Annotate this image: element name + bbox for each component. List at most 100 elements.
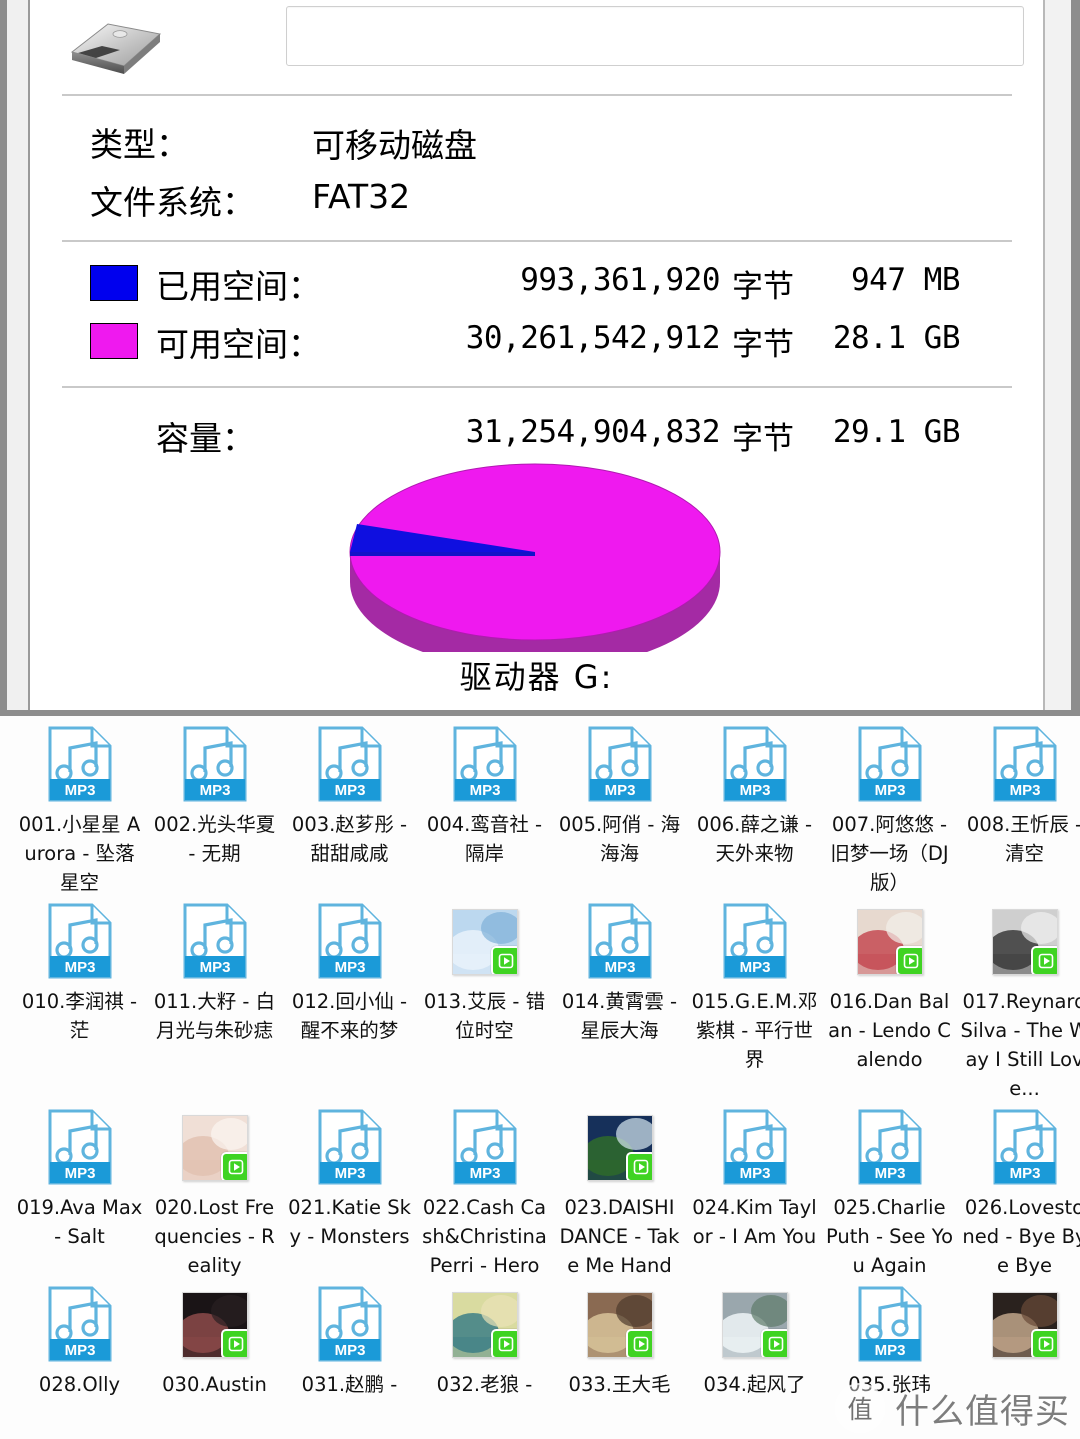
file-name-label: 025.Charlie Puth - See You Again	[825, 1196, 954, 1277]
play-badge-icon	[490, 946, 517, 974]
file-item[interactable]: 034.起风了	[687, 1280, 822, 1399]
mp3-file-icon[interactable]: MP3	[316, 903, 384, 981]
file-item[interactable]: MP3 014.黄霄雲 - 星辰大海	[552, 897, 687, 1103]
mp3-file-icon[interactable]: MP3	[586, 903, 654, 981]
file-item[interactable]: MP3 011.大籽 - 白月光与朱砂痣	[147, 897, 282, 1103]
media-thumbnail[interactable]	[451, 903, 519, 981]
mp3-file-icon: MP3	[993, 726, 1056, 802]
mp3-file-icon[interactable]: MP3	[316, 1286, 384, 1364]
media-thumbnail[interactable]	[586, 1286, 654, 1364]
mp3-file-icon[interactable]: MP3	[181, 903, 249, 981]
used-space-swatch	[90, 265, 138, 301]
file-explorer-grid[interactable]: MP3 001.小星星 Aurora - 坠落星空 MP3 002.光头华夏 - 无期…	[0, 716, 1080, 1439]
file-item[interactable]: MP3 015.G.E.M.邓紫棋 - 平行世界	[687, 897, 822, 1103]
media-thumbnail[interactable]	[586, 1109, 654, 1187]
file-item[interactable]: MP3 019.Ava Max - Salt	[12, 1103, 147, 1280]
mp3-file-icon[interactable]: MP3	[451, 726, 519, 804]
file-item[interactable]: MP3 012.回小仙 - 醒不来的梦	[282, 897, 417, 1103]
media-thumbnail[interactable]	[181, 1286, 249, 1364]
mp3-file-icon[interactable]: MP3	[721, 903, 789, 981]
mp3-file-icon[interactable]: MP3	[721, 1109, 789, 1187]
file-item[interactable]: 020.Lost Frequencies - Reality	[147, 1103, 282, 1280]
mp3-file-icon[interactable]: MP3	[181, 726, 249, 804]
media-thumbnail	[451, 1292, 518, 1358]
file-item[interactable]: MP3 010.李润祺 - 茫	[12, 897, 147, 1103]
file-item[interactable]: MP3 021.Katie Sky - Monsters	[282, 1103, 417, 1280]
dialog-header	[30, 0, 1043, 96]
mp3-file-icon[interactable]: MP3	[721, 726, 789, 804]
svg-text:MP3: MP3	[874, 1165, 905, 1182]
svg-text:MP3: MP3	[469, 1165, 500, 1182]
drive-label-input[interactable]	[286, 6, 1024, 66]
mp3-file-icon[interactable]: MP3	[991, 1109, 1059, 1187]
mp3-file-icon[interactable]: MP3	[46, 1109, 114, 1187]
file-item[interactable]: MP3 024.Kim Taylor - I Am You	[687, 1103, 822, 1280]
mp3-file-icon[interactable]: MP3	[46, 903, 114, 981]
mp3-file-icon[interactable]: MP3	[856, 726, 924, 804]
file-item[interactable]: MP3 003.赵芗彤 - 甜甜咸咸	[282, 720, 417, 897]
media-thumbnail[interactable]	[181, 1109, 249, 1187]
file-item[interactable]: 016.Dan Balan - Lendo Calendo	[822, 897, 957, 1103]
file-name-label: 026.Lovestoned - Bye Bye Bye	[962, 1196, 1080, 1277]
file-item[interactable]: 013.艾辰 - 错位时空	[417, 897, 552, 1103]
file-item[interactable]: MP3 025.Charlie Puth - See You Again	[822, 1103, 957, 1280]
file-item[interactable]: 033.王大毛	[552, 1280, 687, 1399]
mp3-file-icon: MP3	[48, 1286, 111, 1362]
file-item[interactable]: MP3 008.王忻辰 - 清空	[957, 720, 1080, 897]
mp3-file-icon[interactable]: MP3	[856, 1109, 924, 1187]
mp3-file-icon[interactable]: MP3	[856, 1286, 924, 1364]
mp3-file-icon[interactable]: MP3	[316, 1109, 384, 1187]
removable-drive-icon	[70, 23, 162, 74]
media-thumbnail[interactable]	[991, 903, 1059, 981]
file-name-label: 007.阿悠悠 - 旧梦一场（DJ版）	[830, 813, 949, 894]
file-item[interactable]: 030.Austin	[147, 1280, 282, 1399]
file-item[interactable]: MP3 031.赵鹏 -	[282, 1280, 417, 1399]
pie-chart-caption: 驱动器 G:	[459, 658, 614, 696]
mp3-file-icon[interactable]: MP3	[586, 726, 654, 804]
info-row-used-space: 已用空间： 993,361,920 字节 947 MB	[60, 260, 1020, 308]
file-name-label: 014.黄霄雲 - 星辰大海	[561, 990, 678, 1042]
svg-text:MP3: MP3	[64, 959, 95, 976]
play-badge-icon	[625, 1329, 652, 1357]
file-item[interactable]: MP3 005.阿俏 - 海海海	[552, 720, 687, 897]
file-name-label: 008.王忻辰 - 清空	[966, 813, 1080, 865]
svg-text:MP3: MP3	[1009, 1165, 1040, 1182]
svg-text:MP3: MP3	[739, 959, 770, 976]
mp3-file-icon[interactable]: MP3	[46, 726, 114, 804]
file-item[interactable]: 023.DAISHI DANCE - Take Me Hand	[552, 1103, 687, 1280]
mp3-file-icon: MP3	[588, 726, 651, 802]
file-item[interactable]: 017.Reynard Silva - The Way I Still Love…	[957, 897, 1080, 1103]
media-thumbnail[interactable]	[721, 1286, 789, 1364]
file-item[interactable]: 032.老狼 -	[417, 1280, 552, 1399]
file-name-label: 011.大籽 - 白月光与朱砂痣	[153, 990, 276, 1042]
file-item[interactable]: MP3 026.Lovestoned - Bye Bye Bye	[957, 1103, 1080, 1280]
mp3-file-icon: MP3	[453, 726, 516, 802]
mp3-file-icon[interactable]: MP3	[451, 1109, 519, 1187]
mp3-file-icon[interactable]: MP3	[316, 726, 384, 804]
play-badge-icon	[220, 1329, 247, 1357]
file-item[interactable]: MP3 001.小星星 Aurora - 坠落星空	[12, 720, 147, 897]
file-name-label: 030.Austin	[162, 1373, 267, 1396]
file-name-label: 001.小星星 Aurora - 坠落星空	[18, 813, 141, 894]
media-thumbnail[interactable]	[451, 1286, 519, 1364]
svg-text:MP3: MP3	[1009, 782, 1040, 799]
play-badge-icon	[1030, 1329, 1057, 1357]
file-item[interactable]: MP3 004.鸾音社 - 隔岸	[417, 720, 552, 897]
file-item[interactable]: MP3 035.张玮	[822, 1280, 957, 1399]
svg-text:MP3: MP3	[334, 782, 365, 799]
play-badge-icon	[220, 1152, 247, 1180]
filesystem-label: 文件系统：	[90, 183, 255, 222]
file-item[interactable]: MP3 028.Olly	[12, 1280, 147, 1399]
media-thumbnail[interactable]	[856, 903, 924, 981]
file-item[interactable]: MP3 006.薛之谦 - 天外来物	[687, 720, 822, 897]
mp3-file-icon[interactable]: MP3	[46, 1286, 114, 1364]
mp3-file-icon[interactable]: MP3	[991, 726, 1059, 804]
media-thumbnail	[991, 1292, 1058, 1358]
file-name-label: 002.光头华夏 - 无期	[153, 813, 276, 865]
file-item[interactable]	[957, 1280, 1080, 1399]
info-row-filesystem: 文件系统： FAT32	[90, 176, 990, 224]
file-item[interactable]: MP3 022.Cash Cash&Christina Perri - Hero	[417, 1103, 552, 1280]
file-item[interactable]: MP3 002.光头华夏 - 无期	[147, 720, 282, 897]
file-item[interactable]: MP3 007.阿悠悠 - 旧梦一场（DJ版）	[822, 720, 957, 897]
media-thumbnail[interactable]	[991, 1286, 1059, 1364]
